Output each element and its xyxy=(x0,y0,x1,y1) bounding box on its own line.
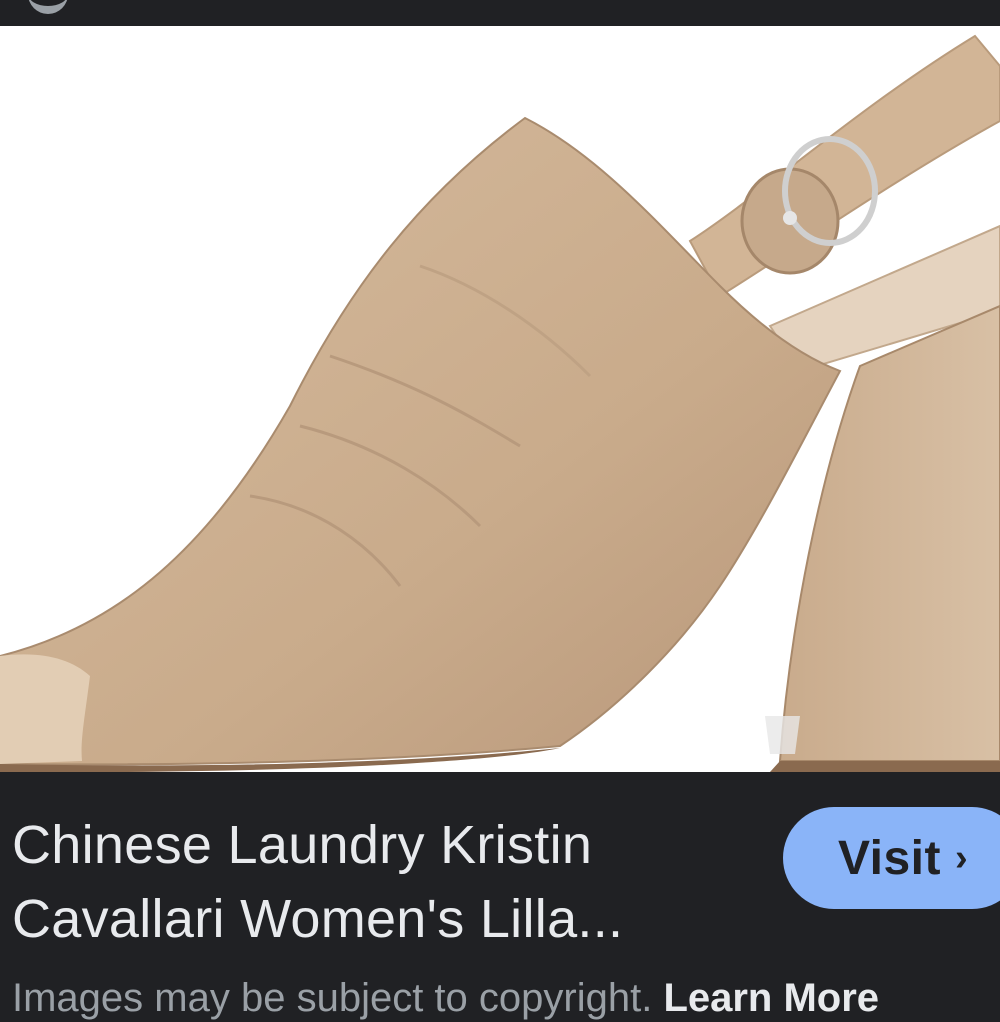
sandal-image xyxy=(0,34,1000,772)
product-image[interactable] xyxy=(0,26,1000,772)
back-arrow-icon[interactable] xyxy=(28,0,68,14)
copyright-text: Images may be subject to copyright. xyxy=(12,976,653,1020)
top-bar xyxy=(0,0,1000,26)
product-title-line-1: Chinese Laundry Kristin xyxy=(12,815,593,875)
copyright-notice: Images may be subject to copyright. Lear… xyxy=(12,974,1000,1022)
product-title[interactable]: Chinese Laundry Kristin Cavallari Women'… xyxy=(12,808,712,956)
chevron-right-icon: › xyxy=(955,836,968,879)
learn-more-link[interactable]: Learn More xyxy=(663,976,879,1020)
result-info-panel: Chinese Laundry Kristin Cavallari Women'… xyxy=(0,772,1000,1020)
visit-button-label: Visit xyxy=(838,831,941,885)
visit-button[interactable]: Visit › xyxy=(783,807,1000,909)
product-title-line-2: Cavallari Women's Lilla... xyxy=(12,889,624,949)
